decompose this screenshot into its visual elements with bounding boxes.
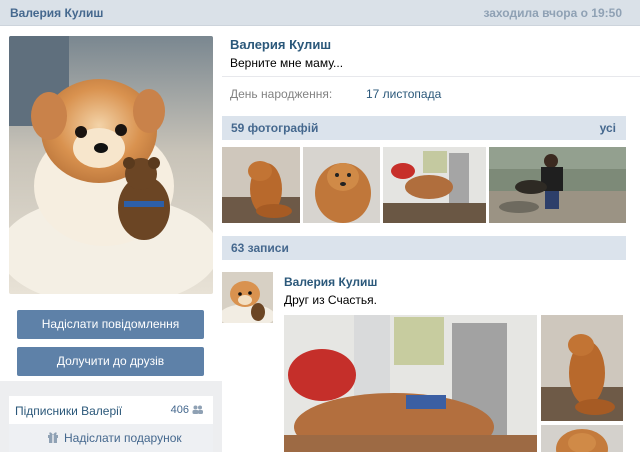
last-seen-status: заходила вчора о 19:50 xyxy=(483,6,622,20)
wall-header[interactable]: 63 записи xyxy=(222,236,626,260)
profile-main: Валерия Кулиш Верните мне маму... День н… xyxy=(222,26,640,452)
top-bar: Валерия Кулиш заходила вчора о 19:50 xyxy=(0,0,640,26)
gift-label: Надіслати подарунок xyxy=(64,431,182,445)
profile-name: Валерия Кулиш xyxy=(230,37,332,52)
profile-photo[interactable] xyxy=(9,36,213,294)
followers-label: Підписники Валерії xyxy=(15,404,123,418)
followers-count-wrap: 406 xyxy=(171,404,203,416)
birthday-value[interactable]: 17 листопада xyxy=(366,87,441,101)
photos-header[interactable]: 59 фотографій усі xyxy=(222,116,626,140)
divider xyxy=(222,76,640,77)
followers-row[interactable]: Підписники Валерії 406 xyxy=(9,396,213,426)
add-friend-button[interactable]: Долучити до друзів xyxy=(17,347,204,376)
photo-thumb[interactable] xyxy=(383,147,486,223)
photos-count-title[interactable]: 59 фотографій xyxy=(231,121,318,135)
photos-all-link[interactable]: усі xyxy=(600,121,616,135)
send-message-button[interactable]: Надіслати повідомлення xyxy=(17,310,204,339)
post-photo-main[interactable] xyxy=(284,315,537,452)
page-owner-name[interactable]: Валерия Кулиш xyxy=(10,6,103,20)
profile-status[interactable]: Верните мне маму... xyxy=(230,56,343,70)
post-photo-side[interactable] xyxy=(541,425,623,452)
photo-thumb[interactable] xyxy=(489,147,626,223)
photo-thumb[interactable] xyxy=(303,147,380,223)
post-text: Друг из Счастья. xyxy=(284,293,377,307)
people-icon xyxy=(192,404,203,416)
birthday-label: День народження: xyxy=(230,87,333,101)
post-photo-side[interactable] xyxy=(541,315,623,421)
post-author-name[interactable]: Валерия Кулиш xyxy=(284,275,377,289)
post-author-avatar[interactable] xyxy=(222,272,273,323)
send-gift-button[interactable]: Надіслати подарунок xyxy=(9,424,213,452)
wall-posts-count[interactable]: 63 записи xyxy=(231,241,289,255)
left-column: Надіслати повідомлення Долучити до друзі… xyxy=(0,26,222,452)
photo-thumb[interactable] xyxy=(222,147,300,223)
avatar-card: Надіслати повідомлення Долучити до друзі… xyxy=(0,26,222,381)
gift-icon xyxy=(47,431,59,446)
followers-count: 406 xyxy=(170,404,189,416)
